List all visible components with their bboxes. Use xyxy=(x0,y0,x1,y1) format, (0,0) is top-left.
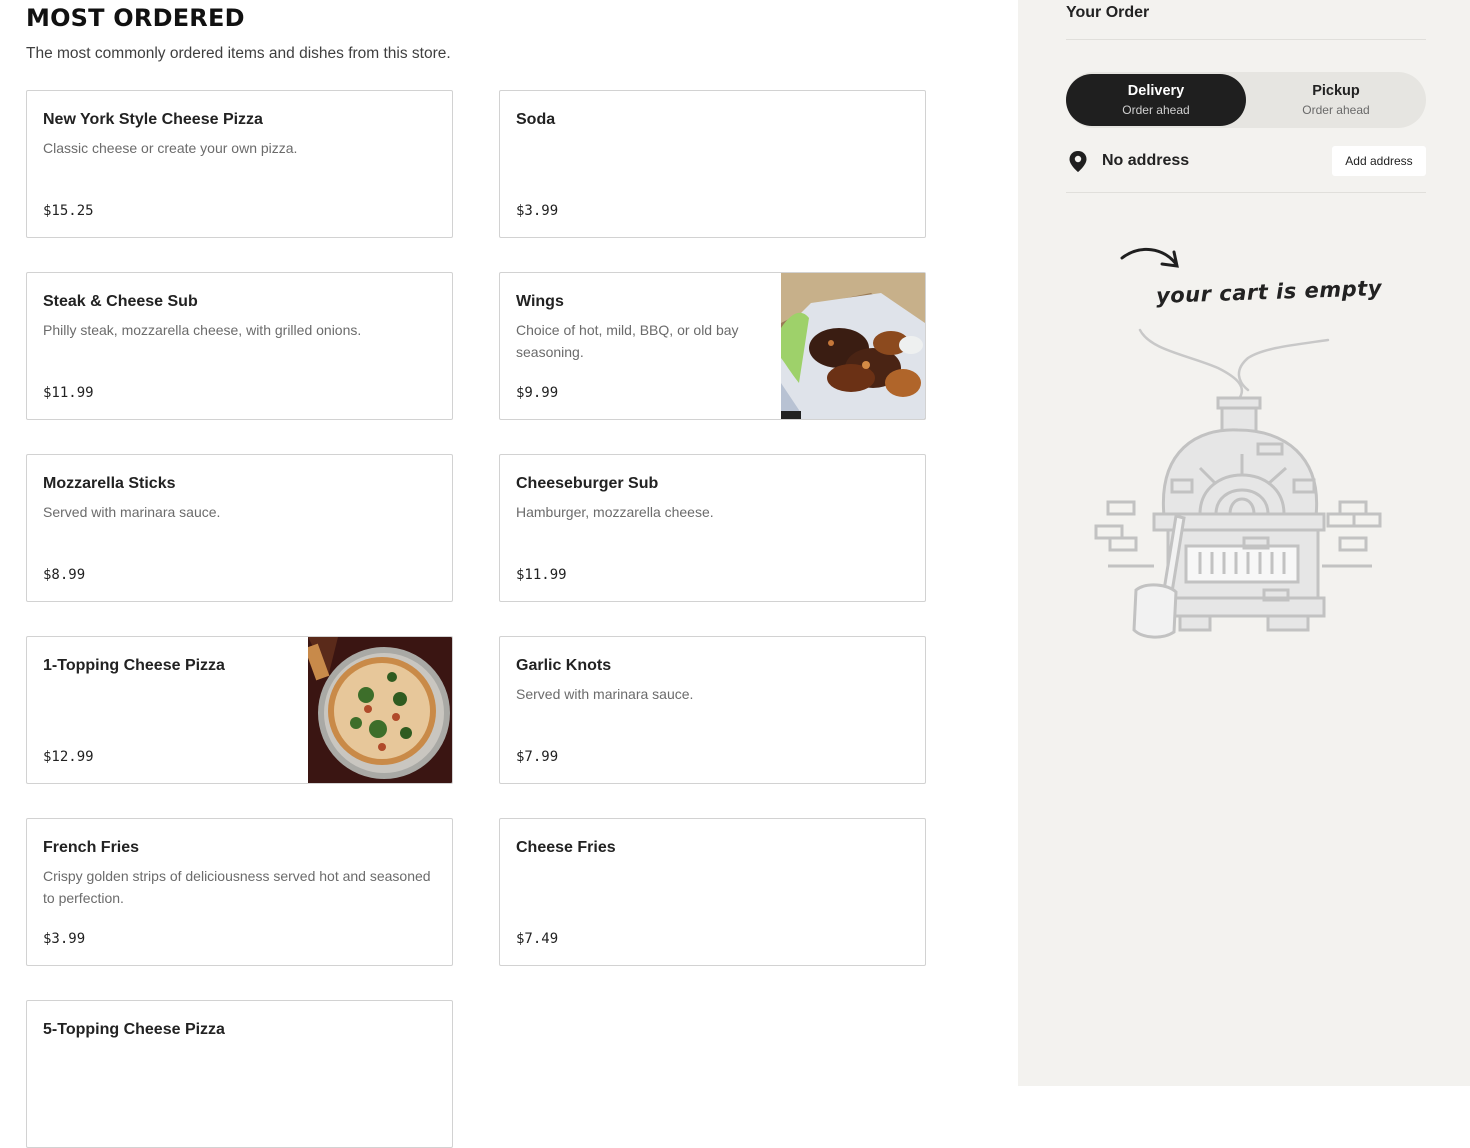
item-price: $9.99 xyxy=(516,385,559,401)
divider xyxy=(1066,192,1426,193)
menu-item-card[interactable]: Cheeseburger Sub Hamburger, mozzarella c… xyxy=(499,454,926,602)
item-name: 5-Topping Cheese Pizza xyxy=(43,1021,225,1038)
menu-section: MOST ORDERED The most commonly ordered i… xyxy=(0,0,1018,1148)
add-address-button[interactable]: Add address xyxy=(1332,146,1426,176)
wings-photo xyxy=(781,273,925,419)
item-name: French Fries xyxy=(43,839,140,856)
section-subtitle: The most commonly ordered items and dish… xyxy=(26,45,451,62)
menu-item-card[interactable]: Garlic Knots Served with marinara sauce.… xyxy=(499,636,926,784)
address-text: No address xyxy=(1102,152,1190,169)
item-price: $7.49 xyxy=(516,931,559,947)
menu-item-card[interactable]: 5-Topping Cheese Pizza xyxy=(26,1000,453,1148)
pickup-option[interactable]: Pickup Order ahead xyxy=(1246,74,1426,126)
order-sidebar: Your Order Delivery Order ahead Pickup O… xyxy=(1018,0,1470,1086)
menu-item-card[interactable]: Mozzarella Sticks Served with marinara s… xyxy=(26,454,453,602)
item-price: $7.99 xyxy=(516,749,559,765)
item-description: Served with marinara sauce. xyxy=(43,504,221,520)
item-name: Cheese Fries xyxy=(516,839,616,856)
menu-item-card[interactable]: Soda $3.99 xyxy=(499,90,926,238)
item-price: $8.99 xyxy=(43,567,86,583)
fulfillment-toggle: Delivery Order ahead Pickup Order ahead xyxy=(1066,72,1426,128)
menu-item-card[interactable]: New York Style Cheese Pizza Classic chee… xyxy=(26,90,453,238)
item-name: Soda xyxy=(516,111,556,128)
item-name: Steak & Cheese Sub xyxy=(43,293,198,310)
item-price: $11.99 xyxy=(516,567,567,583)
menu-item-card[interactable]: French Fries Crispy golden strips of del… xyxy=(26,818,453,966)
item-price: $12.99 xyxy=(43,749,94,765)
menu-item-card[interactable]: 1-Topping Cheese Pizza $12.99 xyxy=(26,636,453,784)
item-name: Garlic Knots xyxy=(516,657,612,674)
curved-arrow-icon xyxy=(1120,247,1179,268)
delivery-label: Delivery xyxy=(1127,83,1185,99)
item-name: Wings xyxy=(516,293,564,310)
item-price: $11.99 xyxy=(43,385,94,401)
pizza-photo xyxy=(308,637,452,783)
item-description: Philly steak, mozzarella cheese, with gr… xyxy=(43,322,362,338)
delivery-sublabel: Order ahead xyxy=(1122,103,1190,117)
item-description: Classic cheese or create your own pizza. xyxy=(43,140,298,156)
pickup-sublabel: Order ahead xyxy=(1302,103,1370,117)
location-pin-icon xyxy=(1069,151,1087,172)
item-price: $15.25 xyxy=(43,203,94,219)
section-title: MOST ORDERED xyxy=(26,4,245,32)
menu-item-card[interactable]: Wings Choice of hot, mild, BBQ, or old b… xyxy=(499,272,926,420)
item-description: Crispy golden strips of deliciousness se… xyxy=(43,868,431,906)
item-name: New York Style Cheese Pizza xyxy=(43,111,263,128)
menu-item-card[interactable]: Cheese Fries $7.49 xyxy=(499,818,926,966)
item-description: Choice of hot, mild, BBQ, or old bay sea… xyxy=(516,322,739,360)
item-price: $3.99 xyxy=(516,203,559,219)
delivery-option[interactable]: Delivery Order ahead xyxy=(1066,74,1246,126)
item-description: Served with marinara sauce. xyxy=(516,686,694,702)
item-price: $3.99 xyxy=(43,931,86,947)
item-name: 1-Topping Cheese Pizza xyxy=(43,657,225,674)
divider xyxy=(1066,39,1426,40)
item-name: Mozzarella Sticks xyxy=(43,475,176,492)
menu-item-card[interactable]: Steak & Cheese Sub Philly steak, mozzare… xyxy=(26,272,453,420)
item-description: Hamburger, mozzarella cheese. xyxy=(516,504,714,520)
your-order-title: Your Order xyxy=(1066,4,1150,21)
pickup-label: Pickup xyxy=(1312,83,1360,99)
item-name: Cheeseburger Sub xyxy=(516,475,659,492)
